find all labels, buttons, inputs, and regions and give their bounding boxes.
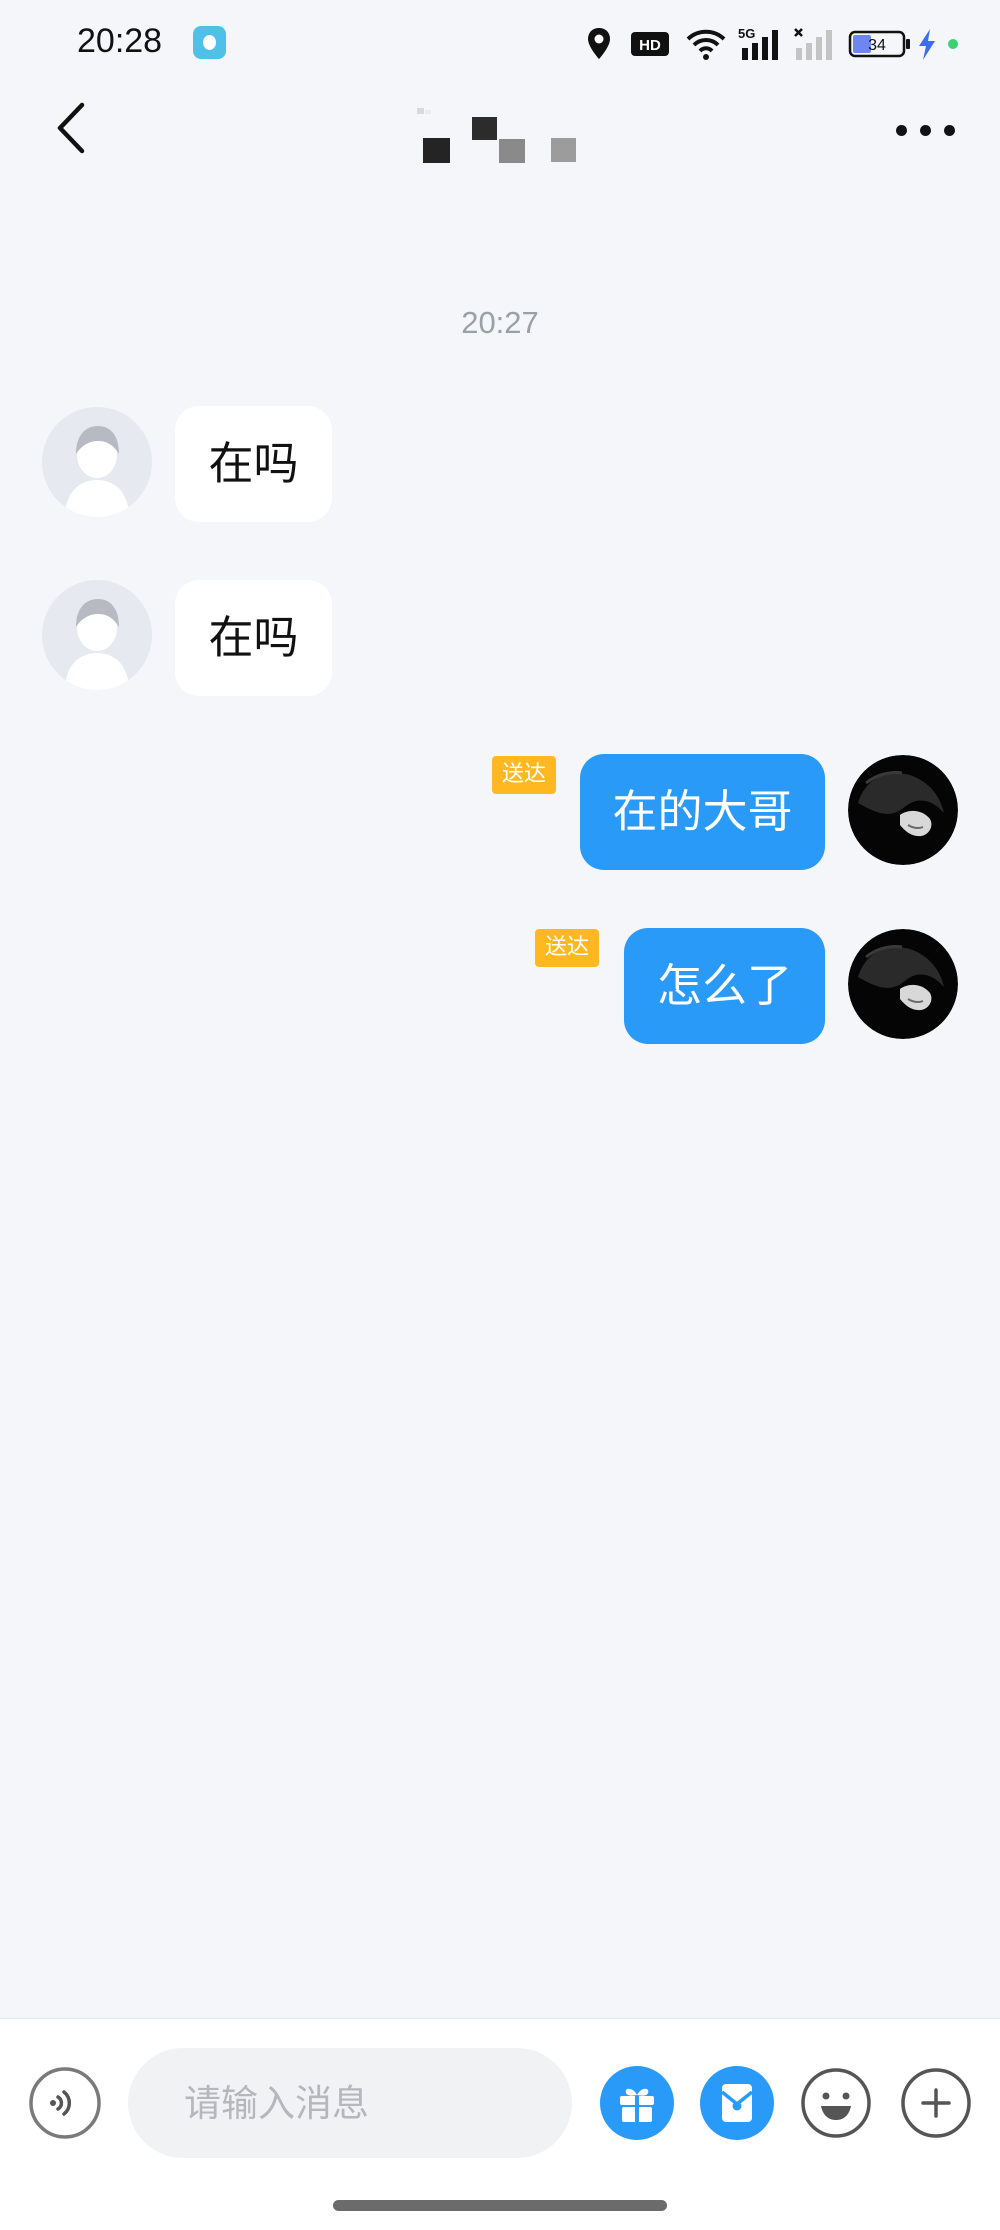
message-bubble-outgoing[interactable]: 怎么了: [624, 928, 825, 1044]
network-label: 5G: [738, 26, 755, 41]
status-time: 20:28: [77, 22, 163, 60]
message-timestamp: 20:27: [461, 305, 539, 340]
wifi-icon: [686, 29, 726, 60]
battery-icon: 34: [848, 30, 910, 58]
location-icon: [588, 28, 610, 59]
delivered-badge: 送达: [535, 929, 600, 967]
battery-level: 34: [868, 37, 886, 54]
message-bubble-incoming[interactable]: 在吗: [175, 406, 332, 522]
red-packet-icon: [700, 2066, 774, 2140]
emoji-icon: [801, 2068, 871, 2138]
chat-title: [415, 105, 595, 175]
home-indicator[interactable]: [333, 2200, 667, 2211]
user-photo-icon: [848, 755, 958, 865]
signal-no-sim-icon: [794, 28, 832, 60]
default-user-icon: [65, 426, 129, 517]
delivered-badge: 送达: [492, 756, 557, 794]
message-bubble-outgoing[interactable]: 在的大哥: [580, 754, 825, 870]
plus-icon: [901, 2068, 971, 2138]
default-user-icon: [65, 599, 129, 690]
hd-label: HD: [639, 37, 661, 54]
signal-5g-icon: 5G: [738, 26, 778, 60]
message-bubble-incoming[interactable]: 在吗: [175, 580, 332, 696]
charging-icon: [919, 29, 935, 60]
more-dots-icon: [920, 125, 931, 136]
gift-button[interactable]: [600, 2066, 674, 2140]
voice-button[interactable]: [28, 2066, 102, 2140]
contact-avatar[interactable]: [42, 407, 152, 517]
my-avatar[interactable]: [848, 755, 958, 865]
message-input[interactable]: [128, 2048, 572, 2158]
contact-avatar[interactable]: [42, 580, 152, 690]
voice-icon: [29, 2067, 101, 2139]
hd-icon: HD: [631, 32, 669, 56]
pixelated-avatar-icon: [417, 108, 576, 163]
dot-icon: [948, 39, 958, 49]
app-badge-icon: [193, 26, 226, 59]
red-packet-button[interactable]: [700, 2066, 774, 2140]
my-avatar[interactable]: [848, 929, 958, 1039]
status-bar: 20:28 HD 5G 34: [0, 0, 1000, 90]
chat-screen: 20:28 HD 5G 34 20:27 在吗 在吗 送达 在的大哥 送达 怎么…: [0, 0, 1000, 2230]
more-dots-icon: [896, 125, 907, 136]
user-photo-icon: [848, 929, 958, 1039]
more-dots-icon: [944, 125, 955, 136]
emoji-button[interactable]: [799, 2066, 873, 2140]
gift-icon: [600, 2066, 674, 2140]
plus-button[interactable]: [899, 2066, 973, 2140]
chevron-left-icon: [57, 102, 85, 154]
back-button[interactable]: [50, 95, 110, 165]
more-button[interactable]: [890, 110, 960, 150]
